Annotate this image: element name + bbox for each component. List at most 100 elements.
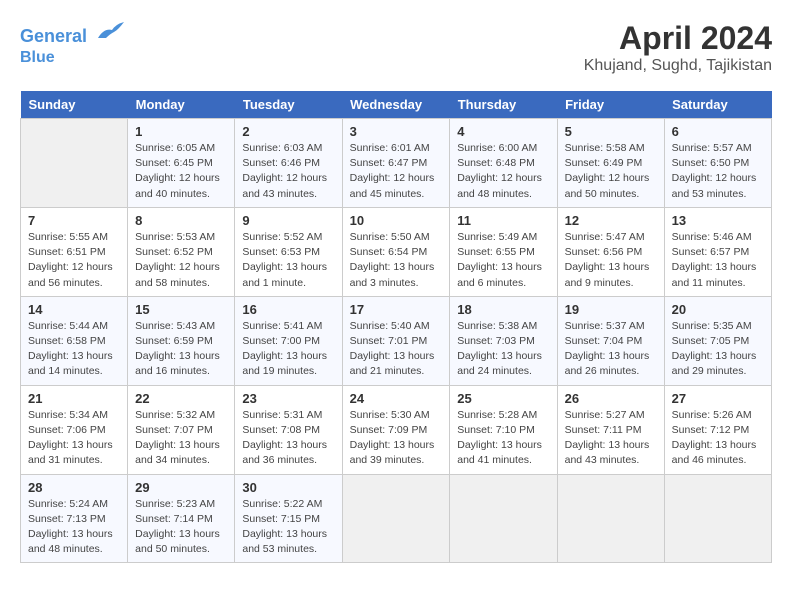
day-number: 25 bbox=[457, 391, 549, 406]
calendar-cell bbox=[557, 474, 664, 563]
calendar-cell bbox=[21, 119, 128, 208]
day-info: Sunrise: 5:49 AM Sunset: 6:55 PM Dayligh… bbox=[457, 230, 549, 291]
day-number: 14 bbox=[28, 302, 120, 317]
calendar-cell: 25 Sunrise: 5:28 AM Sunset: 7:10 PM Dayli… bbox=[450, 385, 557, 474]
day-number: 15 bbox=[135, 302, 227, 317]
day-number: 8 bbox=[135, 213, 227, 228]
day-number: 28 bbox=[28, 480, 120, 495]
day-number: 26 bbox=[565, 391, 657, 406]
day-info: Sunrise: 5:57 AM Sunset: 6:50 PM Dayligh… bbox=[672, 141, 764, 202]
day-number: 6 bbox=[672, 124, 764, 139]
day-header-sunday: Sunday bbox=[21, 91, 128, 119]
calendar-cell: 6 Sunrise: 5:57 AM Sunset: 6:50 PM Daylig… bbox=[664, 119, 771, 208]
day-header-saturday: Saturday bbox=[664, 91, 771, 119]
calendar-cell: 1 Sunrise: 6:05 AM Sunset: 6:45 PM Daylig… bbox=[128, 119, 235, 208]
day-info: Sunrise: 5:53 AM Sunset: 6:52 PM Dayligh… bbox=[135, 230, 227, 291]
day-info: Sunrise: 5:28 AM Sunset: 7:10 PM Dayligh… bbox=[457, 408, 549, 469]
day-number: 7 bbox=[28, 213, 120, 228]
day-number: 11 bbox=[457, 213, 549, 228]
calendar-cell: 16Sunrise: 5:41 AM Sunset: 7:00 PM Dayli… bbox=[235, 296, 342, 385]
logo-text: General bbox=[20, 20, 124, 48]
day-info: Sunrise: 5:32 AM Sunset: 7:07 PM Dayligh… bbox=[135, 408, 227, 469]
calendar-cell: 21 Sunrise: 5:34 AM Sunset: 7:06 PM Dayli… bbox=[21, 385, 128, 474]
day-number: 21 bbox=[28, 391, 120, 406]
day-number: 12 bbox=[565, 213, 657, 228]
day-info: Sunrise: 6:01 AM Sunset: 6:47 PM Dayligh… bbox=[350, 141, 443, 202]
day-info: Sunrise: 5:50 AM Sunset: 6:54 PM Dayligh… bbox=[350, 230, 443, 291]
calendar-week-row: 1 Sunrise: 6:05 AM Sunset: 6:45 PM Daylig… bbox=[21, 119, 772, 208]
calendar-cell: 3 Sunrise: 6:01 AM Sunset: 6:47 PM Daylig… bbox=[342, 119, 450, 208]
calendar-cell bbox=[450, 474, 557, 563]
day-number: 29 bbox=[135, 480, 227, 495]
day-info: Sunrise: 5:31 AM Sunset: 7:08 PM Dayligh… bbox=[242, 408, 334, 469]
day-number: 5 bbox=[565, 124, 657, 139]
calendar-week-row: 21 Sunrise: 5:34 AM Sunset: 7:06 PM Dayli… bbox=[21, 385, 772, 474]
calendar-cell: 23 Sunrise: 5:31 AM Sunset: 7:08 PM Dayli… bbox=[235, 385, 342, 474]
calendar-cell: 17Sunrise: 5:40 AM Sunset: 7:01 PM Dayli… bbox=[342, 296, 450, 385]
calendar-cell: 8 Sunrise: 5:53 AM Sunset: 6:52 PM Daylig… bbox=[128, 207, 235, 296]
day-number: 23 bbox=[242, 391, 334, 406]
calendar-cell: 30 Sunrise: 5:22 AM Sunset: 7:15 PM Dayli… bbox=[235, 474, 342, 563]
day-info: Sunrise: 5:24 AM Sunset: 7:13 PM Dayligh… bbox=[28, 497, 120, 558]
day-info: Sunrise: 5:47 AM Sunset: 6:56 PM Dayligh… bbox=[565, 230, 657, 291]
day-number: 4 bbox=[457, 124, 549, 139]
calendar-cell: 10 Sunrise: 5:50 AM Sunset: 6:54 PM Dayli… bbox=[342, 207, 450, 296]
day-number: 18 bbox=[457, 302, 549, 317]
calendar-table: SundayMondayTuesdayWednesdayThursdayFrid… bbox=[20, 91, 772, 563]
day-info: Sunrise: 5:34 AM Sunset: 7:06 PM Dayligh… bbox=[28, 408, 120, 469]
day-info: Sunrise: 5:26 AM Sunset: 7:12 PM Dayligh… bbox=[672, 408, 764, 469]
calendar-cell: 26 Sunrise: 5:27 AM Sunset: 7:11 PM Dayli… bbox=[557, 385, 664, 474]
page-subtitle: Khujand, Sughd, Tajikistan bbox=[584, 57, 772, 75]
calendar-cell: 22 Sunrise: 5:32 AM Sunset: 7:07 PM Dayli… bbox=[128, 385, 235, 474]
calendar-cell: 2Sunrise: 6:03 AM Sunset: 6:46 PM Daylig… bbox=[235, 119, 342, 208]
day-info: Sunrise: 5:44 AM Sunset: 6:58 PM Dayligh… bbox=[28, 319, 120, 380]
day-number: 13 bbox=[672, 213, 764, 228]
logo: General Blue bbox=[20, 20, 124, 67]
calendar-cell: 4 Sunrise: 6:00 AM Sunset: 6:48 PM Daylig… bbox=[450, 119, 557, 208]
day-info: Sunrise: 5:37 AM Sunset: 7:04 PM Dayligh… bbox=[565, 319, 657, 380]
calendar-week-row: 14 Sunrise: 5:44 AM Sunset: 6:58 PM Dayli… bbox=[21, 296, 772, 385]
day-info: Sunrise: 5:30 AM Sunset: 7:09 PM Dayligh… bbox=[350, 408, 443, 469]
logo-general: General bbox=[20, 26, 87, 46]
day-header-thursday: Thursday bbox=[450, 91, 557, 119]
day-info: Sunrise: 5:22 AM Sunset: 7:15 PM Dayligh… bbox=[242, 497, 334, 558]
day-number: 10 bbox=[350, 213, 443, 228]
calendar-cell: 24Sunrise: 5:30 AM Sunset: 7:09 PM Dayli… bbox=[342, 385, 450, 474]
day-info: Sunrise: 5:41 AM Sunset: 7:00 PM Dayligh… bbox=[242, 319, 334, 380]
day-number: 30 bbox=[242, 480, 334, 495]
calendar-cell: 19Sunrise: 5:37 AM Sunset: 7:04 PM Dayli… bbox=[557, 296, 664, 385]
calendar-cell bbox=[664, 474, 771, 563]
day-info: Sunrise: 6:00 AM Sunset: 6:48 PM Dayligh… bbox=[457, 141, 549, 202]
calendar-cell bbox=[342, 474, 450, 563]
calendar-cell: 18Sunrise: 5:38 AM Sunset: 7:03 PM Dayli… bbox=[450, 296, 557, 385]
page-header: General Blue April 2024 Khujand, Sughd, … bbox=[20, 20, 772, 75]
day-header-monday: Monday bbox=[128, 91, 235, 119]
calendar-cell: 14 Sunrise: 5:44 AM Sunset: 6:58 PM Dayli… bbox=[21, 296, 128, 385]
day-number: 9 bbox=[242, 213, 334, 228]
calendar-cell: 20Sunrise: 5:35 AM Sunset: 7:05 PM Dayli… bbox=[664, 296, 771, 385]
day-number: 27 bbox=[672, 391, 764, 406]
day-number: 1 bbox=[135, 124, 227, 139]
calendar-week-row: 7Sunrise: 5:55 AM Sunset: 6:51 PM Daylig… bbox=[21, 207, 772, 296]
day-number: 22 bbox=[135, 391, 227, 406]
logo-blue: Blue bbox=[20, 48, 124, 67]
calendar-cell: 12 Sunrise: 5:47 AM Sunset: 6:56 PM Dayli… bbox=[557, 207, 664, 296]
day-info: Sunrise: 6:05 AM Sunset: 6:45 PM Dayligh… bbox=[135, 141, 227, 202]
day-info: Sunrise: 5:23 AM Sunset: 7:14 PM Dayligh… bbox=[135, 497, 227, 558]
title-block: April 2024 Khujand, Sughd, Tajikistan bbox=[584, 20, 772, 75]
page-title: April 2024 bbox=[584, 20, 772, 57]
day-number: 2 bbox=[242, 124, 334, 139]
calendar-cell: 7Sunrise: 5:55 AM Sunset: 6:51 PM Daylig… bbox=[21, 207, 128, 296]
day-number: 3 bbox=[350, 124, 443, 139]
calendar-cell: 13 Sunrise: 5:46 AM Sunset: 6:57 PM Dayli… bbox=[664, 207, 771, 296]
logo-bird-icon bbox=[96, 20, 124, 42]
day-number: 17 bbox=[350, 302, 443, 317]
day-info: Sunrise: 5:46 AM Sunset: 6:57 PM Dayligh… bbox=[672, 230, 764, 291]
day-info: Sunrise: 5:58 AM Sunset: 6:49 PM Dayligh… bbox=[565, 141, 657, 202]
day-info: Sunrise: 5:52 AM Sunset: 6:53 PM Dayligh… bbox=[242, 230, 334, 291]
calendar-cell: 11 Sunrise: 5:49 AM Sunset: 6:55 PM Dayli… bbox=[450, 207, 557, 296]
calendar-week-row: 28 Sunrise: 5:24 AM Sunset: 7:13 PM Dayli… bbox=[21, 474, 772, 563]
calendar-cell: 28 Sunrise: 5:24 AM Sunset: 7:13 PM Dayli… bbox=[21, 474, 128, 563]
day-info: Sunrise: 5:27 AM Sunset: 7:11 PM Dayligh… bbox=[565, 408, 657, 469]
day-info: Sunrise: 5:35 AM Sunset: 7:05 PM Dayligh… bbox=[672, 319, 764, 380]
